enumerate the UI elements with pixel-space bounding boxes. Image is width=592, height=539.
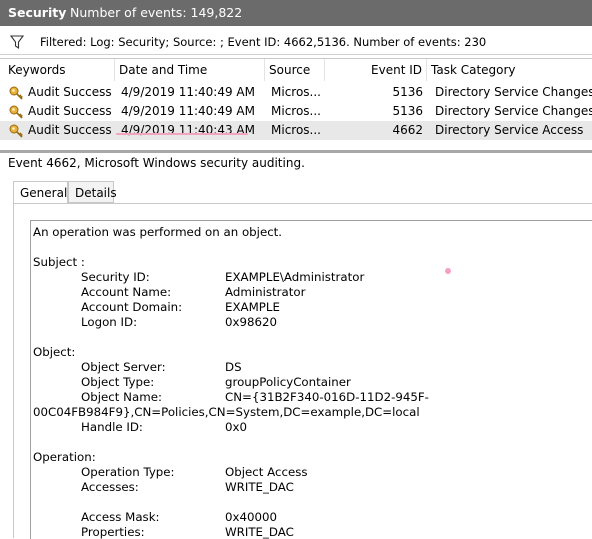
object-name-continued: 00C04FB984F9},CN=Policies,CN=System,DC=e…: [33, 405, 420, 419]
event-list: Keywords Date and Time Source Event ID T…: [0, 58, 592, 149]
row-category: Directory Service Changes: [435, 85, 592, 99]
column-headers: Keywords Date and Time Source Event ID T…: [0, 59, 592, 81]
field-value: DS: [225, 360, 242, 374]
table-row[interactable]: Audit Success 4/9/2019 11:40:49 AM Micro…: [0, 102, 592, 121]
object-header: Object:: [33, 345, 76, 359]
key-icon: [9, 86, 23, 100]
row-event-id: 5136: [392, 104, 423, 118]
row-event-id: 4662: [392, 123, 423, 137]
field-value: Administrator: [225, 285, 306, 299]
field-label: Object Server:: [81, 360, 166, 374]
subject-header: Subject :: [33, 255, 85, 269]
filter-bar: Filtered: Log: Security; Source: ; Event…: [0, 30, 592, 55]
key-icon: [9, 105, 23, 119]
column-date-time[interactable]: Date and Time: [115, 59, 265, 81]
row-keyword: Audit Success: [28, 123, 112, 137]
log-titlebar: Security Number of events: 149,822: [0, 0, 592, 26]
column-event-id[interactable]: Event ID: [325, 59, 427, 81]
field-value: 0x40000: [225, 510, 278, 524]
field-value: CN={31B2F340-016D-11D2-945F-: [225, 390, 429, 404]
field-label: Account Name:: [81, 285, 172, 299]
row-source: Micros...: [271, 104, 321, 118]
field-label: Access Mask:: [81, 510, 160, 524]
log-title: Security: [8, 5, 67, 20]
field-value: WRITE_DAC: [225, 525, 294, 539]
field-label: Operation Type:: [81, 465, 175, 479]
field-label: Object Type:: [81, 375, 155, 389]
field-value: 0x98620: [225, 315, 278, 329]
tab-general[interactable]: General: [13, 181, 68, 204]
field-label: Logon ID:: [81, 315, 138, 329]
event-header: Event 4662, Microsoft Windows security a…: [8, 156, 305, 170]
general-panel: An operation was performed on an object.…: [13, 203, 592, 539]
field-label: Handle ID:: [81, 420, 143, 434]
field-value: 0x0: [225, 420, 247, 434]
row-event-id: 5136: [392, 85, 423, 99]
field-label: Object Name:: [81, 390, 162, 404]
filter-icon[interactable]: [10, 35, 24, 49]
row-keyword: Audit Success: [28, 104, 112, 118]
field-label: Properties:: [81, 525, 145, 539]
row-datetime: 4/9/2019 11:40:49 AM: [121, 104, 255, 118]
description-intro: An operation was performed on an object.: [33, 225, 283, 239]
pane-splitter[interactable]: [0, 150, 592, 153]
table-row-selected[interactable]: Audit Success 4/9/2019 11:40:43 AM Micro…: [0, 121, 592, 140]
row-datetime: 4/9/2019 11:40:43 AM: [121, 123, 255, 137]
cursor-dot: [445, 268, 451, 274]
operation-header: Operation:: [33, 450, 96, 464]
field-value: EXAMPLE: [225, 300, 280, 314]
field-label: Account Domain:: [81, 300, 183, 314]
row-category: Directory Service Access: [435, 123, 584, 137]
event-count: Number of events: 149,822: [70, 5, 243, 20]
column-source[interactable]: Source: [265, 59, 325, 81]
highlight-underline: [116, 133, 248, 135]
row-datetime: 4/9/2019 11:40:49 AM: [121, 85, 255, 99]
row-keyword: Audit Success: [28, 85, 112, 99]
tab-details[interactable]: Details: [68, 181, 117, 203]
table-row[interactable]: Audit Success 4/9/2019 11:40:49 AM Micro…: [0, 83, 592, 102]
field-value: groupPolicyContainer: [225, 375, 351, 389]
key-icon: [9, 124, 23, 138]
row-category: Directory Service Changes: [435, 104, 592, 118]
field-value: Object Access: [225, 465, 308, 479]
field-value: WRITE_DAC: [225, 480, 294, 494]
column-keywords[interactable]: Keywords: [4, 59, 115, 81]
event-description[interactable]: An operation was performed on an object.…: [30, 220, 592, 539]
field-value: EXAMPLE\Administrator: [225, 270, 365, 284]
field-label: Security ID:: [81, 270, 150, 284]
row-source: Micros...: [271, 123, 321, 137]
filter-text: Filtered: Log: Security; Source: ; Event…: [40, 35, 487, 49]
row-source: Micros...: [271, 85, 321, 99]
column-task-category[interactable]: Task Category: [427, 59, 592, 81]
field-label: Accesses:: [81, 480, 139, 494]
